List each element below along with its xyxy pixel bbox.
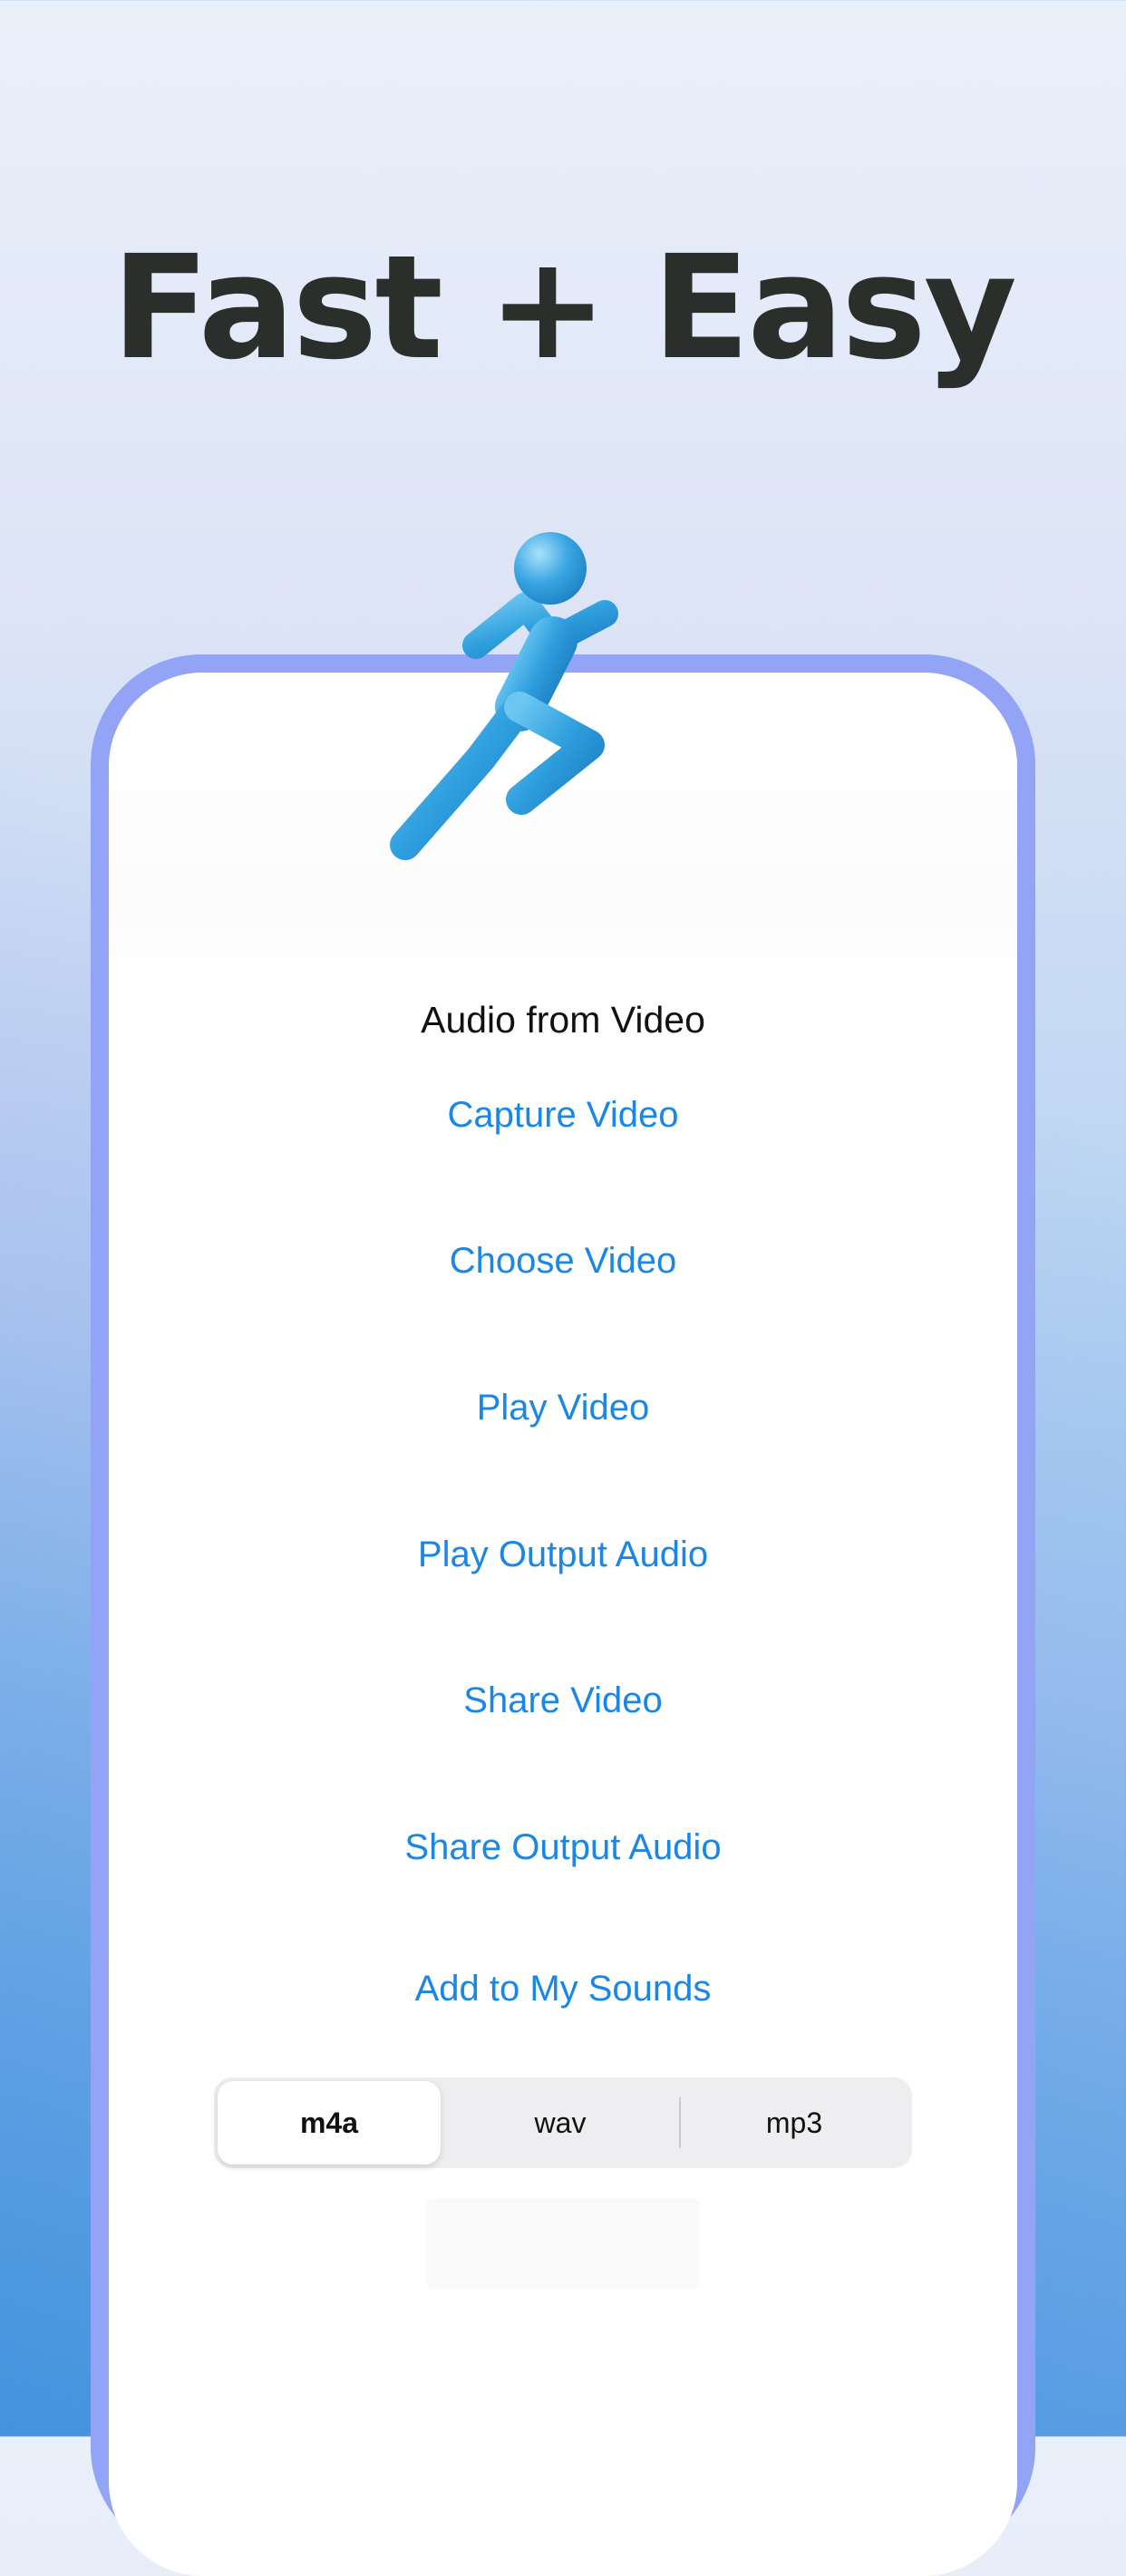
format-option-mp3[interactable]: mp3 bbox=[680, 2081, 908, 2164]
capture-video-button[interactable]: Capture Video bbox=[291, 1070, 835, 1160]
share-output-audio-button[interactable]: Share Output Audio bbox=[291, 1802, 835, 1893]
headline: Fast + Easy bbox=[112, 225, 1017, 392]
format-option-m4a[interactable]: m4a bbox=[218, 2081, 441, 2164]
play-video-button[interactable]: Play Video bbox=[291, 1362, 835, 1453]
play-output-audio-button[interactable]: Play Output Audio bbox=[291, 1509, 835, 1600]
format-option-wav[interactable]: wav bbox=[446, 2081, 675, 2164]
share-video-button[interactable]: Share Video bbox=[291, 1655, 835, 1746]
placeholder-area bbox=[426, 2198, 700, 2289]
format-segmented-control: m4a wav mp3 bbox=[214, 2077, 912, 2168]
running-person-icon bbox=[373, 532, 618, 860]
phone-screen bbox=[109, 673, 1017, 2576]
add-to-my-sounds-button[interactable]: Add to My Sounds bbox=[291, 1943, 835, 2034]
choose-video-button[interactable]: Choose Video bbox=[291, 1215, 835, 1306]
screen-title: Audio from Video bbox=[421, 999, 705, 1041]
